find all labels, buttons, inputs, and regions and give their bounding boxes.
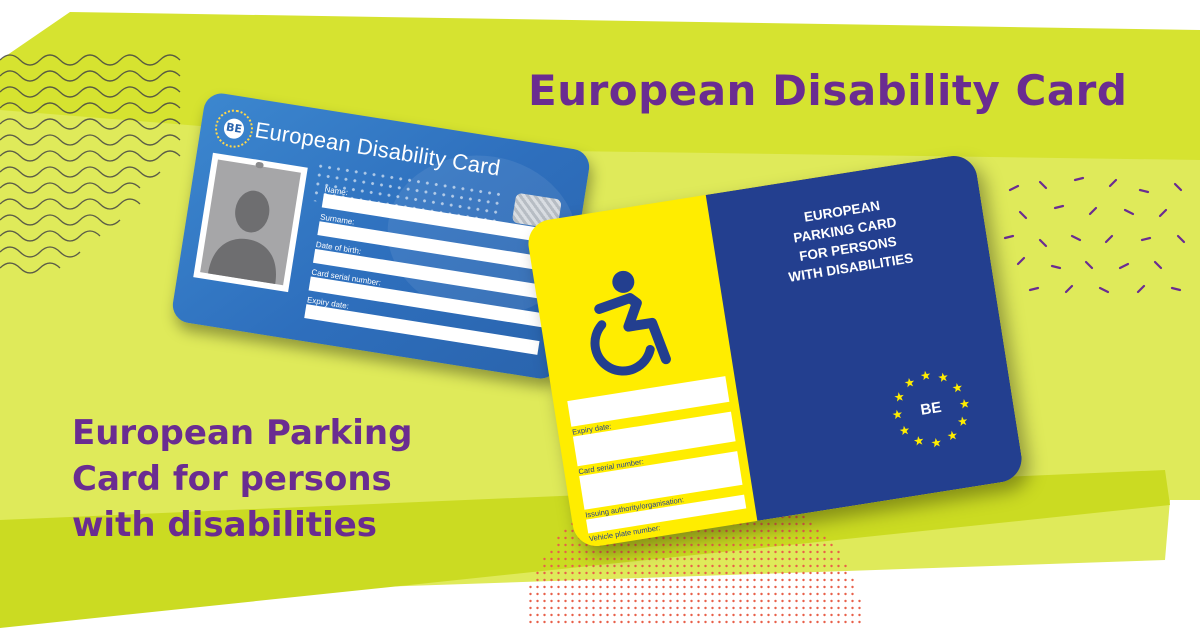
eu-star: [938, 372, 948, 383]
photo-area: [193, 152, 308, 293]
eu-star: [931, 437, 941, 448]
eu-star: [959, 399, 970, 409]
eu-star: [894, 392, 904, 402]
accessible-wheelchair-icon: [590, 270, 671, 376]
eu-star: [947, 430, 957, 441]
subtitle-line: European Parking: [72, 413, 413, 453]
eu-star: [899, 425, 910, 436]
parking-card: EUROPEAN PARKING CARD FOR PERSONS WITH D…: [524, 152, 1026, 550]
page-title: European Disability Card: [528, 66, 1128, 115]
subtitle-line: Card for persons: [72, 459, 392, 499]
eu-star: [892, 409, 902, 420]
eu-star: [920, 370, 931, 381]
person-silhouette-icon: [200, 159, 301, 286]
eu-star: [952, 382, 962, 393]
subtitle: European Parking Card for persons with d…: [72, 410, 412, 548]
eu-star: [957, 416, 968, 426]
eu-star: [904, 377, 915, 388]
eu-star: [913, 436, 924, 446]
subtitle-line: with disabilities: [72, 505, 378, 545]
country-code: BE: [222, 117, 246, 141]
eu-stars-icon: BE: [212, 106, 256, 151]
